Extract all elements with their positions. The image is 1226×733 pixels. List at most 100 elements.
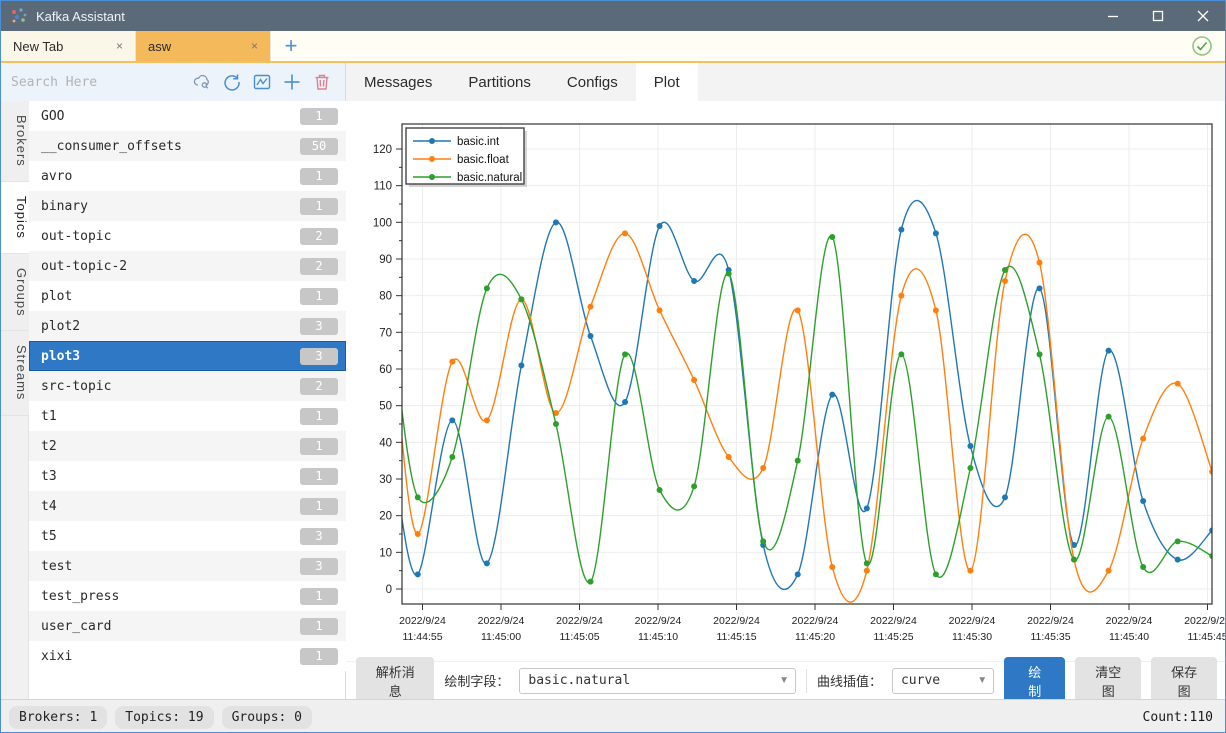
plot-chart: 01020304050607080901001101202022/9/2411:…	[346, 101, 1226, 661]
plot-toolbar: 解析消息 绘制字段： basic.natural ▼ 曲线插值： curve ▼…	[346, 661, 1226, 699]
add-icon[interactable]	[282, 72, 302, 92]
title-bar: Kafka Assistant	[1, 1, 1225, 31]
sidebar-tab-groups[interactable]: Groups	[1, 254, 29, 332]
plot-field-select[interactable]: basic.natural ▼	[519, 668, 796, 694]
svg-text:2022/9/24: 2022/9/24	[635, 615, 682, 627]
window-title: Kafka Assistant	[36, 9, 125, 24]
parse-messages-button[interactable]: 解析消息	[356, 657, 434, 705]
topic-row-binary[interactable]: binary1	[29, 191, 346, 221]
svg-text:11:45:40: 11:45:40	[1109, 631, 1149, 643]
new-tab-button[interactable]: +	[271, 31, 311, 61]
sidebar: BrokersTopicsGroupsStreams GOO1__consume…	[1, 63, 346, 699]
tab-new-tab[interactable]: New Tab ×	[1, 31, 136, 61]
svg-text:2022/9/24: 2022/9/24	[1027, 615, 1074, 627]
svg-text:11:44:55: 11:44:55	[402, 631, 442, 643]
main-tab-partitions[interactable]: Partitions	[450, 63, 549, 101]
status-bar: Brokers: 1Topics: 19Groups: 0Count:110	[1, 699, 1225, 733]
toolbar-separator	[806, 669, 807, 693]
main-tab-messages[interactable]: Messages	[346, 63, 450, 101]
topic-row-avro[interactable]: avro 1	[29, 161, 346, 191]
main-tab-configs[interactable]: Configs	[549, 63, 636, 101]
topic-row-t2[interactable]: t21	[29, 431, 346, 461]
save-plot-button[interactable]: 保存图	[1151, 657, 1217, 705]
plot-image-icon[interactable]	[252, 72, 272, 92]
topic-name: t1	[41, 409, 57, 424]
topic-name: t4	[41, 499, 57, 514]
refresh-icon[interactable]	[222, 72, 242, 92]
topic-row-plot2[interactable]: plot23	[29, 311, 346, 341]
sidebar-tabs: BrokersTopicsGroupsStreams	[1, 101, 29, 699]
topic-name: __consumer_offsets	[41, 139, 182, 154]
plot-field-value: basic.natural	[528, 673, 630, 688]
topic-row-__consumer_offsets[interactable]: __consumer_offsets 50	[29, 131, 346, 161]
topic-name: test	[41, 559, 72, 574]
clear-plot-button[interactable]: 清空图	[1075, 657, 1141, 705]
topic-name: plot2	[41, 319, 80, 334]
topic-row-test[interactable]: test3	[29, 551, 346, 581]
svg-text:10: 10	[379, 547, 392, 559]
svg-text:11:45:20: 11:45:20	[795, 631, 835, 643]
svg-text:11:45:45: 11:45:45	[1187, 631, 1226, 643]
app-logo-icon	[10, 7, 28, 25]
maximize-button[interactable]	[1135, 1, 1180, 31]
tab-close-icon[interactable]: ×	[249, 39, 260, 53]
svg-text:70: 70	[379, 327, 392, 339]
svg-text:2022/9/24: 2022/9/24	[792, 615, 839, 627]
partition-count-badge: 2	[300, 378, 338, 395]
topic-row-t5[interactable]: t53	[29, 521, 346, 551]
status-chip: Brokers: 1	[9, 706, 107, 729]
sidebar-tab-streams[interactable]: Streams	[1, 331, 29, 415]
sidebar-tab-topics[interactable]: Topics	[1, 182, 29, 254]
chevron-down-icon: ▼	[779, 675, 789, 686]
svg-text:11:45:25: 11:45:25	[873, 631, 913, 643]
topic-row-t3[interactable]: t31	[29, 461, 346, 491]
minimize-button[interactable]	[1090, 1, 1135, 31]
partition-count-badge: 1	[300, 168, 338, 185]
topic-row-xixi[interactable]: xixi1	[29, 641, 346, 671]
tab-label: asw	[148, 39, 171, 54]
interpolation-select[interactable]: curve ▼	[892, 668, 994, 694]
partition-count-badge: 3	[300, 528, 338, 545]
tab-close-icon[interactable]: ×	[114, 39, 125, 53]
main-tab-plot[interactable]: Plot	[636, 63, 698, 101]
sidebar-tab-brokers[interactable]: Brokers	[1, 101, 29, 182]
svg-text:80: 80	[379, 291, 392, 303]
topic-name: out-topic	[41, 229, 111, 244]
delete-icon[interactable]	[312, 72, 332, 92]
topic-row-src-topic[interactable]: src-topic2	[29, 371, 346, 401]
message-count: Count:110	[1143, 710, 1213, 725]
status-chip: Groups: 0	[222, 706, 312, 729]
tab-label: New Tab	[13, 39, 63, 54]
search-messages-icon[interactable]	[192, 72, 212, 92]
topic-row-plot3[interactable]: plot33	[29, 341, 346, 371]
topic-row-out-topic-2[interactable]: out-topic-22	[29, 251, 346, 281]
svg-text:20: 20	[379, 511, 392, 523]
partition-count-badge: 1	[300, 438, 338, 455]
partition-count-badge: 50	[300, 138, 338, 155]
topic-row-plot[interactable]: plot1	[29, 281, 346, 311]
topic-row-t4[interactable]: t41	[29, 491, 346, 521]
draw-button[interactable]: 绘制	[1004, 657, 1065, 705]
topic-row-user_card[interactable]: user_card 1	[29, 611, 346, 641]
partition-count-badge: 1	[300, 288, 338, 305]
partition-count-badge: 1	[300, 468, 338, 485]
svg-text:11:45:15: 11:45:15	[716, 631, 756, 643]
svg-text:11:45:35: 11:45:35	[1030, 631, 1070, 643]
connection-ok-icon	[1191, 35, 1213, 57]
topic-row-test_press[interactable]: test_press1	[29, 581, 346, 611]
search-input[interactable]	[11, 75, 180, 90]
topic-row-out-topic[interactable]: out-topic2	[29, 221, 346, 251]
topic-name: GOO	[41, 109, 64, 124]
topic-name: binary	[41, 199, 88, 214]
chart-svg: 01020304050607080901001101202022/9/2411:…	[346, 101, 1226, 661]
topic-row-t1[interactable]: t11	[29, 401, 346, 431]
close-button[interactable]	[1180, 1, 1225, 31]
topic-name: user_card	[41, 619, 111, 634]
tab-asw[interactable]: asw ×	[136, 31, 271, 61]
search-bar	[1, 63, 345, 101]
partition-count-badge: 1	[300, 618, 338, 635]
topic-row-GOO[interactable]: GOO1	[29, 101, 346, 131]
topic-name: xixi	[41, 649, 72, 664]
svg-text:2022/9/24: 2022/9/24	[556, 615, 603, 627]
topic-name: avro	[41, 169, 72, 184]
